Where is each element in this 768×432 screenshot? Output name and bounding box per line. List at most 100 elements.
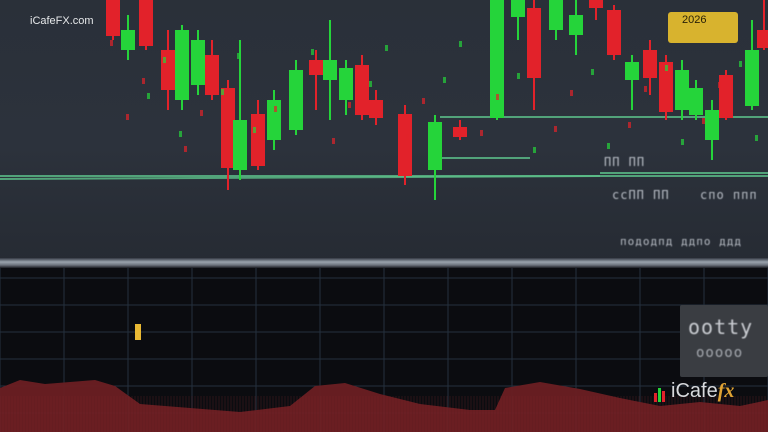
candle-tick bbox=[681, 139, 684, 145]
price-label: ссПП ПП bbox=[612, 188, 670, 202]
candle-body bbox=[221, 88, 235, 168]
candle-body bbox=[589, 0, 603, 8]
bullish-candle bbox=[175, 25, 189, 110]
bullish-candle bbox=[191, 30, 205, 95]
candle-tick bbox=[644, 86, 647, 92]
bearish-candle bbox=[251, 100, 265, 170]
candle-tick bbox=[200, 110, 203, 116]
candle-tick bbox=[110, 40, 113, 46]
bullish-candle bbox=[323, 20, 337, 120]
candle-body bbox=[369, 100, 383, 118]
candle-tick bbox=[607, 143, 610, 149]
candle-body bbox=[549, 0, 563, 30]
candle-tick bbox=[184, 146, 187, 152]
candle-body bbox=[745, 50, 759, 106]
price-label: спо ппп bbox=[700, 188, 758, 202]
bearish-candle bbox=[453, 120, 467, 140]
candle-tick bbox=[406, 134, 409, 140]
logo-name: iCafe bbox=[671, 380, 718, 402]
bullish-candle bbox=[675, 60, 689, 120]
candle-body bbox=[398, 114, 412, 176]
candle-tick bbox=[628, 122, 631, 128]
bearish-candle bbox=[106, 0, 120, 40]
bearish-candle bbox=[161, 30, 175, 110]
price-label: ПП ПП bbox=[604, 155, 646, 169]
bearish-candle bbox=[398, 105, 412, 185]
candle-tick bbox=[739, 61, 742, 67]
candle-tick bbox=[702, 118, 705, 124]
logo: iCafe fx bbox=[654, 380, 734, 403]
candle-body bbox=[453, 127, 467, 137]
candle-tick bbox=[496, 94, 499, 100]
candlestick-logo-icon bbox=[654, 384, 668, 402]
bearish-candle bbox=[719, 70, 733, 120]
candle-tick bbox=[369, 81, 372, 87]
panel-divider[interactable] bbox=[0, 258, 768, 268]
candle-tick bbox=[258, 142, 261, 148]
candle-body bbox=[675, 70, 689, 110]
candle-tick bbox=[554, 126, 557, 132]
candle-body bbox=[233, 120, 247, 170]
candle-tick bbox=[237, 53, 240, 59]
candle-tick bbox=[126, 114, 129, 120]
candle-tick bbox=[755, 135, 758, 141]
side-info-panel: ootty ооооо bbox=[680, 305, 768, 377]
candle-body bbox=[323, 60, 337, 80]
candle-tick bbox=[311, 49, 314, 55]
candle-tick bbox=[385, 45, 388, 51]
candle-body bbox=[161, 50, 175, 90]
candle-body bbox=[719, 75, 733, 118]
candle-tick bbox=[142, 78, 145, 84]
candle-tick bbox=[443, 77, 446, 83]
trading-chart-screen: iCafeFX.com 2026 ПП ПП ссПП ПП спо ппп п… bbox=[0, 0, 768, 432]
bullish-candle bbox=[428, 115, 442, 200]
candle-body bbox=[121, 30, 135, 50]
bearish-candle bbox=[757, 0, 768, 50]
bullish-candle bbox=[625, 55, 639, 110]
bullish-candle bbox=[490, 0, 504, 120]
bearish-candle bbox=[369, 90, 383, 125]
candle-tick bbox=[665, 65, 668, 71]
brand-watermark: iCafeFX.com bbox=[30, 15, 94, 27]
bearish-candle bbox=[309, 50, 323, 110]
candle-body bbox=[569, 15, 583, 35]
bullish-candle bbox=[233, 40, 247, 180]
bullish-candle bbox=[289, 60, 303, 135]
oscillator-panel[interactable] bbox=[0, 268, 768, 432]
candle-body bbox=[191, 40, 205, 85]
candlestick-chart bbox=[0, 0, 768, 200]
candle-tick bbox=[591, 69, 594, 75]
candle-body bbox=[106, 0, 120, 36]
bullish-candle bbox=[745, 20, 759, 110]
candle-tick bbox=[253, 127, 256, 133]
candle-body bbox=[251, 114, 265, 166]
bearish-candle bbox=[659, 55, 673, 120]
candle-tick bbox=[332, 138, 335, 144]
candle-body bbox=[625, 62, 639, 80]
candle-tick bbox=[570, 90, 573, 96]
side-panel-subtitle: ооооо bbox=[696, 345, 744, 361]
bearish-candle bbox=[527, 0, 541, 110]
candle-body bbox=[527, 8, 541, 78]
bullish-candle bbox=[705, 100, 719, 160]
side-panel-title: ootty bbox=[688, 315, 754, 339]
bullish-candle bbox=[511, 0, 525, 40]
oscillator-chart bbox=[0, 268, 768, 432]
candle-tick bbox=[295, 85, 298, 91]
candle-body bbox=[511, 0, 525, 17]
price-chart-panel[interactable]: iCafeFX.com 2026 ПП ПП ссПП ПП спо ппп п… bbox=[0, 0, 768, 262]
candle-body bbox=[689, 88, 703, 115]
bearish-candle bbox=[589, 0, 603, 20]
candle-body bbox=[643, 50, 657, 78]
candle-tick bbox=[348, 102, 351, 108]
candle-tick bbox=[179, 131, 182, 137]
candle-tick bbox=[163, 57, 166, 63]
candle-tick bbox=[274, 106, 277, 112]
candle-body bbox=[490, 0, 504, 118]
bearish-candle bbox=[139, 0, 153, 50]
candle-tick bbox=[517, 73, 520, 79]
bullish-candle bbox=[569, 0, 583, 55]
candle-body bbox=[175, 30, 189, 100]
bearish-candle bbox=[205, 40, 219, 100]
candle-body bbox=[355, 65, 369, 115]
